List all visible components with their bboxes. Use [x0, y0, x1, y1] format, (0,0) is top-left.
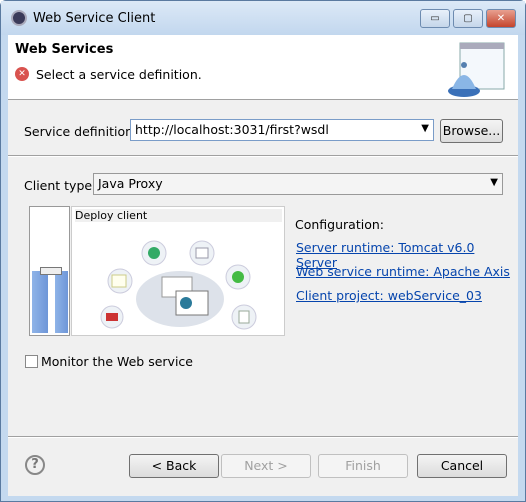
service-definition-label: Service definition:: [24, 124, 138, 139]
service-definition-combo[interactable]: http://localhost:3031/first?wsdl ▼: [130, 119, 434, 141]
divider: [8, 436, 518, 438]
slider-fill: [32, 271, 48, 333]
configuration-label: Configuration:: [295, 217, 384, 232]
slider-level-label: Deploy client: [75, 209, 282, 222]
chevron-down-icon[interactable]: ▼: [421, 123, 429, 134]
eclipse-icon: [11, 10, 27, 26]
service-definition-value: http://localhost:3031/first?wsdl: [135, 122, 329, 137]
deploy-steps-diagram: [100, 240, 257, 330]
monitor-label: Monitor the Web service: [41, 354, 193, 369]
divider: [8, 155, 518, 157]
page-title: Web Services: [15, 42, 114, 57]
status-message: Select a service definition.: [36, 67, 202, 82]
help-icon[interactable]: ?: [25, 455, 45, 475]
slider-fill: [55, 271, 68, 333]
maximize-button[interactable]: ▢: [453, 9, 483, 28]
client-type-combo[interactable]: Java Proxy ▼: [93, 173, 503, 195]
dialog-content: Web Services ✕ Select a service definiti…: [8, 35, 518, 496]
monitor-checkbox[interactable]: [25, 355, 38, 368]
client-project-link[interactable]: Client project: webService_03: [296, 288, 482, 303]
error-icon: ✕: [15, 67, 29, 81]
close-button[interactable]: ✕: [486, 9, 516, 28]
dialog-window: Web Service Client ▭ ▢ ✕ Web Services ✕ …: [0, 0, 526, 502]
back-button[interactable]: < Back: [129, 454, 219, 478]
browse-button[interactable]: Browse...: [440, 119, 503, 143]
cancel-button[interactable]: Cancel: [417, 454, 507, 478]
minimize-button[interactable]: ▭: [420, 9, 450, 28]
wizard-header: Web Services ✕ Select a service definiti…: [8, 35, 518, 100]
client-type-label: Client type:: [24, 178, 97, 193]
slider-thumb[interactable]: [40, 267, 62, 275]
client-level-slider[interactable]: [29, 206, 70, 336]
finish-button[interactable]: Finish: [318, 454, 408, 478]
web-service-runtime-link[interactable]: Web service runtime: Apache Axis: [296, 264, 510, 279]
chevron-down-icon[interactable]: ▼: [490, 177, 498, 188]
web-service-bell-icon: [448, 42, 505, 97]
title-bar: Web Service Client ▭ ▢ ✕: [1, 1, 525, 35]
client-type-value: Java Proxy: [98, 176, 163, 191]
next-button[interactable]: Next >: [221, 454, 311, 478]
window-title: Web Service Client: [33, 11, 156, 26]
deploy-illustration: Deploy client: [71, 206, 285, 336]
